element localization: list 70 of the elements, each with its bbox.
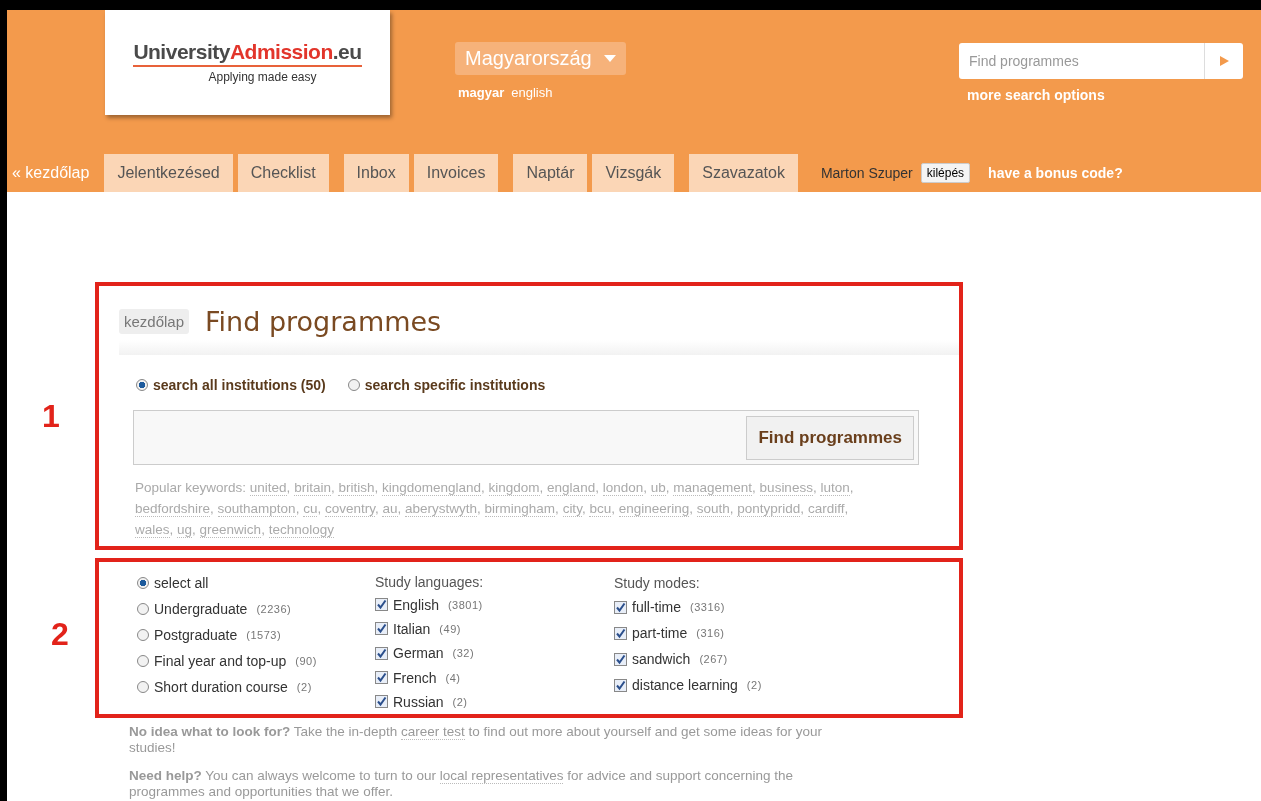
keyword-link[interactable]: united <box>249 480 287 496</box>
keyword-link[interactable]: wales <box>135 522 170 538</box>
nav-tab[interactable]: Naptár <box>513 154 588 192</box>
nav-tab[interactable]: Szavazatok <box>689 154 798 192</box>
radio-option[interactable]: search all institutions (50) <box>136 377 326 393</box>
keyword-link[interactable]: cardiff <box>807 501 845 517</box>
nav-tab[interactable]: Inbox <box>343 154 409 192</box>
checkbox-option[interactable]: English (3801) <box>375 592 614 617</box>
checkbox-option[interactable]: German (32) <box>375 641 614 666</box>
checkbox-option[interactable]: sandwich (267) <box>614 646 762 672</box>
checkbox-option[interactable]: French (4) <box>375 665 614 690</box>
home-link[interactable]: « kezdőlap <box>12 164 90 182</box>
keyword-link[interactable]: kingdomengland <box>381 480 482 496</box>
keyword-link[interactable]: birmingham <box>484 501 556 517</box>
logo-card[interactable]: UniversityAdmission.eu Applying made easy <box>105 10 390 115</box>
keyword-link[interactable]: ug <box>177 522 193 538</box>
breadcrumb-link[interactable]: kezdőlap <box>119 309 190 334</box>
radio-option[interactable]: Postgraduate (1573) <box>137 622 375 648</box>
keyword-link[interactable]: luton <box>820 480 850 496</box>
nav-tab[interactable]: Checklist <box>237 154 329 192</box>
country-dropdown[interactable]: Magyarország <box>455 42 626 75</box>
language-link[interactable]: english <box>511 85 553 100</box>
checkbox-option[interactable]: part-time (316) <box>614 620 762 646</box>
help-link[interactable]: career test <box>401 724 465 740</box>
column-heading: Study languages: <box>375 573 485 593</box>
checkbox-option[interactable]: Russian (2) <box>375 689 614 715</box>
keyword-link[interactable]: business <box>759 480 813 496</box>
keyword-link[interactable]: southampton <box>217 501 296 517</box>
help-text: Need help? You can always welcome to turn to our local representatives for advice and support concerning the programmes and opportunities that we offer. <box>129 768 795 800</box>
keyword-link[interactable]: coventry <box>324 501 375 517</box>
keyword-link[interactable]: aberystwyth <box>405 501 478 517</box>
radio-option[interactable]: Final year and top-up (90) <box>137 648 375 674</box>
user-name: Marton Szuper <box>820 165 913 181</box>
keyword-link[interactable]: greenwich <box>199 522 262 538</box>
help-link[interactable]: local representatives <box>439 768 564 784</box>
keyword-link[interactable]: ub <box>650 480 666 496</box>
popular-keywords: Popular keywords: united, britain, british, kingdomengland, kingdom, england, london, ub, management, business, luton, bedfordshire, southampton, cu, coventry, au, aberystwyth, birmingham, city, bcu, engineering, south, pontypridd, cardiff, wales, ug, greenwich, technology <box>135 479 855 540</box>
annotation-number: 2 <box>50 615 70 653</box>
keyword-link[interactable]: city <box>562 501 582 517</box>
logo-text: UniversityAdmission.eu <box>133 40 362 67</box>
play-icon <box>1219 56 1229 66</box>
keyword-link[interactable]: technology <box>268 522 334 538</box>
keyword-link[interactable]: britain <box>294 480 331 496</box>
nav-tab[interactable]: Vizsgák <box>592 154 675 192</box>
keyword-link[interactable]: south <box>696 501 730 517</box>
annotation-number: 1 <box>41 397 61 435</box>
logo-tagline: Applying made easy <box>208 70 317 84</box>
keyword-link[interactable]: au <box>382 501 398 517</box>
caret-icon <box>603 55 616 62</box>
page-title: Find programmes <box>205 306 442 337</box>
nav-tab[interactable]: Invoices <box>413 154 499 192</box>
radio-option[interactable]: Short duration course (2) <box>137 674 375 700</box>
radio-option[interactable]: Undergraduate (2236) <box>137 596 375 622</box>
help-text: No idea what to look for? Take the in-depth career test to find out more about yourself and get some ideas for your studies! <box>129 724 824 756</box>
find-programmes-button[interactable]: Find programmes <box>746 415 914 460</box>
language-link[interactable]: magyar <box>458 85 505 100</box>
bonus-code-link[interactable]: have a bonus code? <box>988 165 1123 181</box>
column-heading: Study modes: <box>614 574 701 593</box>
keyword-link[interactable]: kingdom <box>488 480 540 496</box>
more-search-options-link[interactable]: more search options <box>967 87 1243 103</box>
checkbox-option[interactable]: full-time (3316) <box>614 594 762 620</box>
nav-tab[interactable]: Jelentkezésed <box>104 154 233 192</box>
keyword-search-field[interactable]: Find programmes <box>133 410 919 465</box>
checkbox-option[interactable]: Italian (49) <box>375 616 614 642</box>
keyword-link[interactable]: bedfordshire <box>135 501 211 517</box>
radio-option[interactable]: select all <box>137 570 375 596</box>
radio-option[interactable]: search specific institutions <box>347 377 546 393</box>
checkbox-option[interactable]: distance learning (2) <box>614 672 762 698</box>
logout-button[interactable]: kilépés <box>920 163 971 183</box>
search-field[interactable]: Find programmes <box>959 43 1243 79</box>
